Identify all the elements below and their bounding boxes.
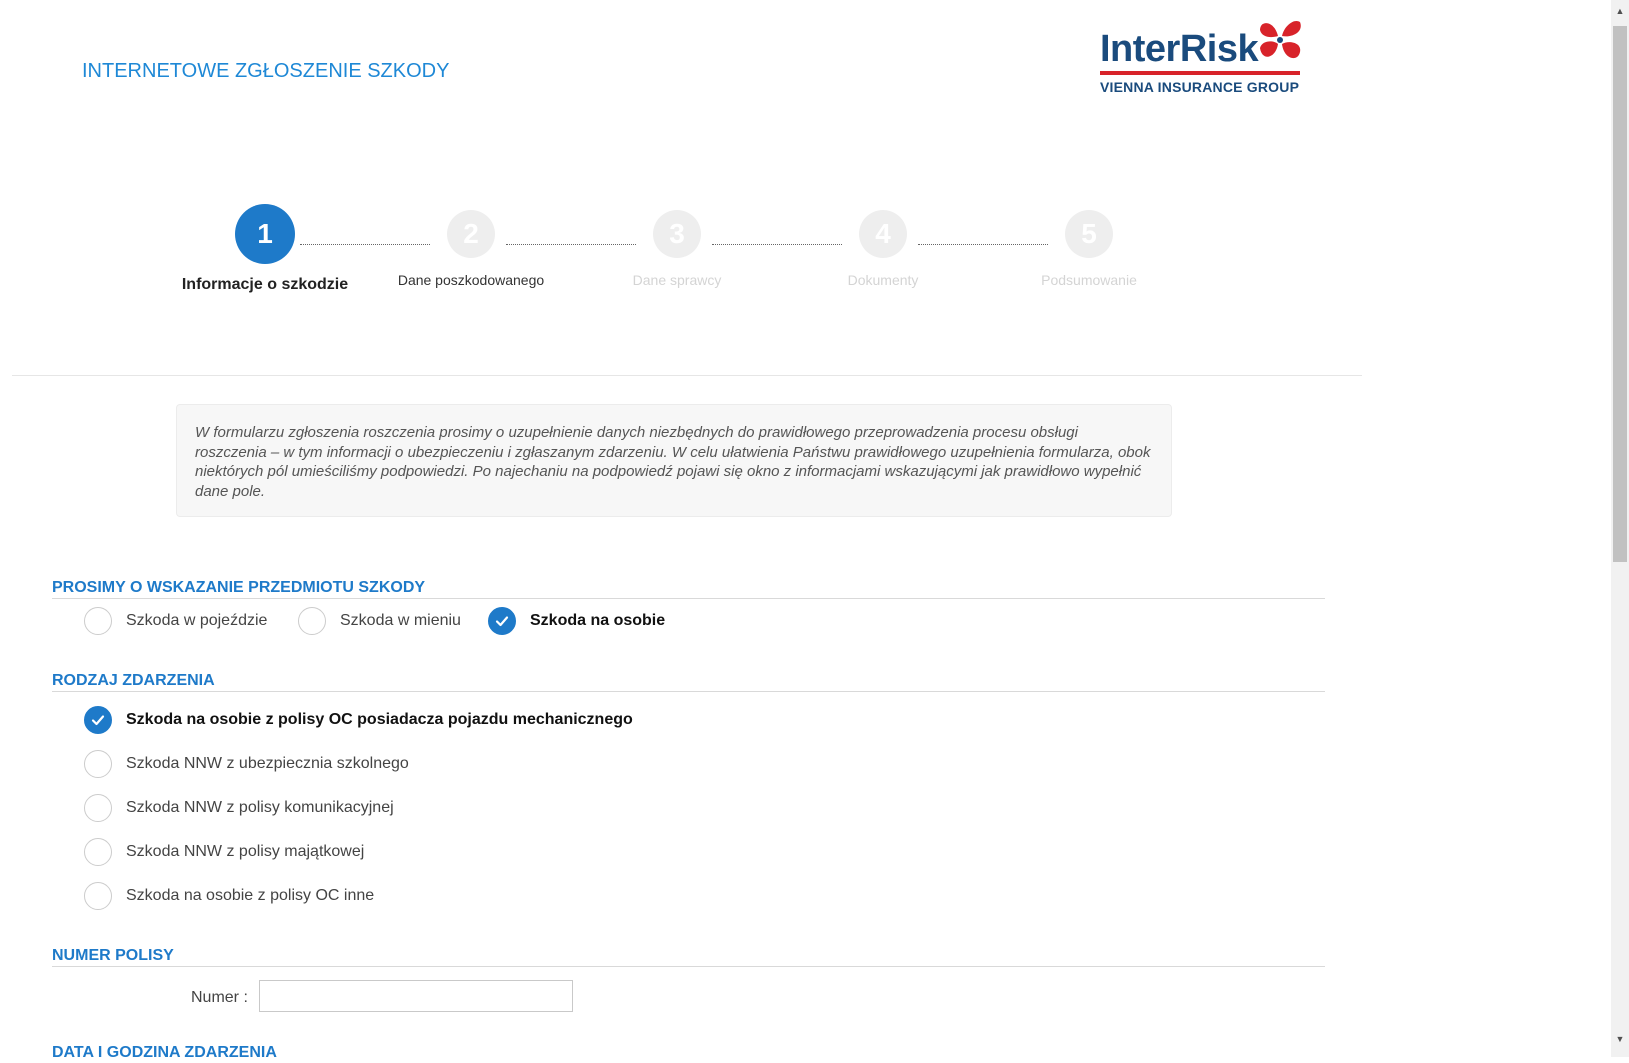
radio-circle[interactable]	[488, 607, 516, 635]
radio-damage-person[interactable]: Szkoda na osobie	[488, 607, 665, 635]
interrisk-logo[interactable]: InterRisk VIENNA INSURANCE GROUP	[1098, 18, 1308, 98]
progress-stepper: 1 Informacje o szkodzie 2 Dane poszkodow…	[160, 204, 1160, 310]
radio-circle[interactable]	[84, 750, 112, 778]
check-icon	[495, 616, 509, 627]
header-divider	[12, 375, 1362, 376]
radio-label[interactable]: Szkoda NNW z ubezpiecznia szkolnego	[126, 755, 409, 773]
section-heading-event-type: RODZAJ ZDARZENIA	[52, 672, 1325, 692]
section-heading-event-date: DATA I GODZINA ZDARZENIA	[52, 1044, 277, 1061]
radio-label[interactable]: Szkoda na osobie z polisy OC posiadacza …	[126, 711, 633, 729]
policy-number-input[interactable]	[259, 980, 573, 1012]
scrollbar-thumb[interactable]	[1613, 26, 1627, 562]
radio-label[interactable]: Szkoda w pojeździe	[126, 612, 267, 630]
radio-circle[interactable]	[298, 607, 326, 635]
radio-circle[interactable]	[84, 706, 112, 734]
step-label: Informacje o szkodzie	[181, 276, 349, 293]
step-number: 5	[1065, 210, 1113, 258]
radio-damage-property[interactable]: Szkoda w mieniu	[298, 607, 461, 635]
radio-label[interactable]: Szkoda na osobie z polisy OC inne	[126, 887, 374, 905]
step-label: Dane sprawcy	[632, 272, 722, 288]
butterfly-logo-icon	[1260, 20, 1301, 59]
policy-number-label: Numer :	[191, 989, 248, 1006]
check-icon	[91, 715, 105, 726]
radio-label[interactable]: Szkoda w mieniu	[340, 612, 461, 630]
step-number: 4	[859, 210, 907, 258]
radio-event-nnw-property[interactable]: Szkoda NNW z polisy majątkowej	[84, 838, 364, 866]
section-heading-policy-number: NUMER POLISY	[52, 947, 1325, 967]
step-4: 4 Dokumenty	[783, 210, 983, 288]
scroll-up-arrow-icon[interactable]: ▲	[1611, 6, 1629, 16]
radio-circle[interactable]	[84, 607, 112, 635]
radio-circle[interactable]	[84, 838, 112, 866]
radio-label[interactable]: Szkoda NNW z polisy komunikacyjnej	[126, 799, 394, 817]
radio-event-nnw-school[interactable]: Szkoda NNW z ubezpiecznia szkolnego	[84, 750, 409, 778]
step-3: 3 Dane sprawcy	[577, 210, 777, 288]
step-2[interactable]: 2 Dane poszkodowanego	[371, 210, 571, 288]
radio-event-oc-other[interactable]: Szkoda na osobie z polisy OC inne	[84, 882, 374, 910]
step-1[interactable]: 1 Informacje o szkodzie	[165, 204, 365, 294]
section-heading-damage-subject: PROSIMY O WSKAZANIE PRZEDMIOTU SZKODY	[52, 579, 1325, 599]
radio-label[interactable]: Szkoda na osobie	[530, 612, 665, 630]
step-5: 5 Podsumowanie	[989, 210, 1189, 288]
logo-wordmark: InterRisk	[1100, 28, 1259, 70]
logo-divider	[1100, 71, 1300, 75]
radio-event-nnw-motor[interactable]: Szkoda NNW z polisy komunikacyjnej	[84, 794, 394, 822]
logo-tagline: VIENNA INSURANCE GROUP	[1100, 79, 1300, 95]
info-box: W formularzu zgłoszenia roszczenia prosi…	[176, 404, 1172, 517]
step-number: 1	[235, 204, 295, 264]
radio-label[interactable]: Szkoda NNW z polisy majątkowej	[126, 843, 364, 861]
radio-event-oc-vehicle[interactable]: Szkoda na osobie z polisy OC posiadacza …	[84, 706, 633, 734]
radio-damage-vehicle[interactable]: Szkoda w pojeździe	[84, 607, 267, 635]
page-title: INTERNETOWE ZGŁOSZENIE SZKODY	[82, 60, 450, 82]
vertical-scrollbar[interactable]: ▲ ▼	[1611, 0, 1629, 1057]
step-label: Podsumowanie	[1041, 272, 1137, 288]
radio-circle[interactable]	[84, 882, 112, 910]
step-number: 3	[653, 210, 701, 258]
step-label: Dane poszkodowanego	[397, 272, 545, 288]
step-label: Dokumenty	[847, 272, 919, 288]
scroll-down-arrow-icon[interactable]: ▼	[1611, 1034, 1629, 1044]
step-number: 2	[447, 210, 495, 258]
radio-circle[interactable]	[84, 794, 112, 822]
